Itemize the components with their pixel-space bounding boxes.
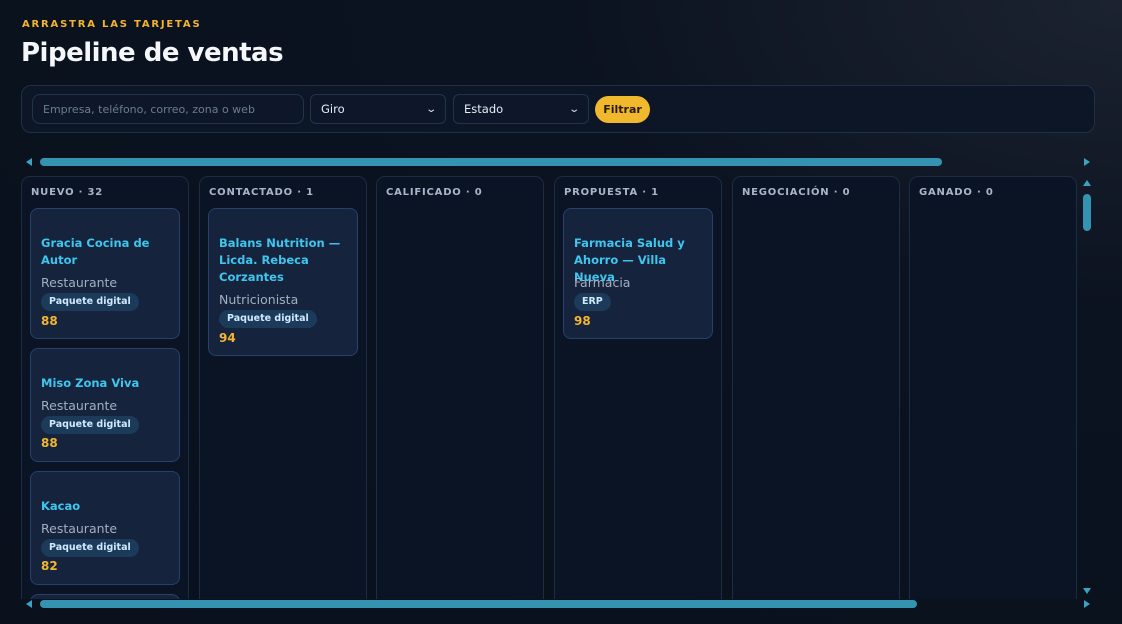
column-contactado[interactable]: CONTACTADO · 1 Balans Nutrition — Licda.… [199,176,367,599]
card-type: Restaurante [41,521,118,536]
kanban-board: NUEVO · 32 Gracia Cocina de Autor Restau… [21,176,1079,599]
card-tag-badge: Paquete digital [41,293,139,311]
vertical-scrollbar[interactable] [1081,180,1093,594]
card-tag-badge: Paquete digital [219,310,317,328]
giro-select[interactable]: Giro ⌄ [310,94,446,124]
lead-card[interactable]: Farmacia Salud y Ahorro — Villa Nueva Fa… [563,208,713,339]
card-tag-badge: Paquete digital [41,539,139,557]
card-name: Kacao [41,499,81,513]
card-type: Nutricionista [219,292,299,307]
scroll-left-icon[interactable] [26,600,32,608]
card-name: Miso Zona Viva [41,376,140,390]
card-type: Restaurante [41,275,118,290]
column-header: PROPUESTA · 1 [564,187,659,198]
card-score: 88 [41,436,58,450]
scrollbar-thumb[interactable] [1083,194,1091,231]
scroll-up-icon[interactable] [1083,180,1091,186]
estado-select[interactable]: Estado ⌄ [453,94,589,124]
lead-card[interactable]: Kacao Restaurante Paquete digital 82 [30,471,180,585]
column-ganado[interactable]: GANADO · 0 [909,176,1077,599]
scrollbar-thumb[interactable] [40,600,917,608]
chevron-down-icon: ⌄ [424,103,437,115]
lead-card[interactable]: Gracia Cocina de Autor Restaurante Paque… [30,208,180,339]
card-score: 88 [41,314,58,328]
column-header: NEGOCIACIÓN · 0 [742,187,851,198]
column-nuevo[interactable]: NUEVO · 32 Gracia Cocina de Autor Restau… [21,176,189,599]
card-tag-badge: ERP [574,293,611,311]
card-name: Gracia Cocina de Autor [41,236,150,267]
scrollbar-thumb[interactable] [40,158,942,166]
eyebrow-label: ARRASTRA LAS TARJETAS [22,19,202,30]
estado-select-label: Estado [464,102,504,116]
card-score: 98 [574,314,591,328]
chevron-down-icon: ⌄ [567,103,580,115]
column-header: GANADO · 0 [919,187,994,198]
giro-select-label: Giro [321,102,345,116]
column-header: CONTACTADO · 1 [209,187,314,198]
card-score: 94 [219,331,236,345]
card-type: Farmacia [574,275,631,290]
lead-card[interactable]: Miso Zona Viva Restaurante Paquete digit… [30,348,180,462]
card-tag-badge: Paquete digital [41,416,139,434]
scroll-right-icon[interactable] [1084,600,1090,608]
search-input[interactable] [32,94,304,124]
column-calificado[interactable]: CALIFICADO · 0 [376,176,544,599]
card-name: Balans Nutrition — Licda. Rebeca Corzant… [219,236,341,284]
column-header: NUEVO · 32 [31,187,104,198]
card-score: 82 [41,559,58,573]
scroll-down-icon[interactable] [1083,588,1091,594]
page-title: Pipeline de ventas [21,38,284,68]
horizontal-scrollbar-bottom[interactable] [26,599,1090,609]
scroll-left-icon[interactable] [26,158,32,166]
column-propuesta[interactable]: PROPUESTA · 1 Farmacia Salud y Ahorro — … [554,176,722,599]
card-type: Restaurante [41,398,118,413]
horizontal-scrollbar-top[interactable] [26,157,1090,167]
filter-button[interactable]: Filtrar [595,96,650,123]
lead-card[interactable]: Balans Nutrition — Licda. Rebeca Corzant… [208,208,358,356]
column-header: CALIFICADO · 0 [386,187,483,198]
scroll-right-icon[interactable] [1084,158,1090,166]
filter-bar: Giro ⌄ Estado ⌄ Filtrar [21,85,1095,133]
column-negociacion[interactable]: NEGOCIACIÓN · 0 [732,176,900,599]
